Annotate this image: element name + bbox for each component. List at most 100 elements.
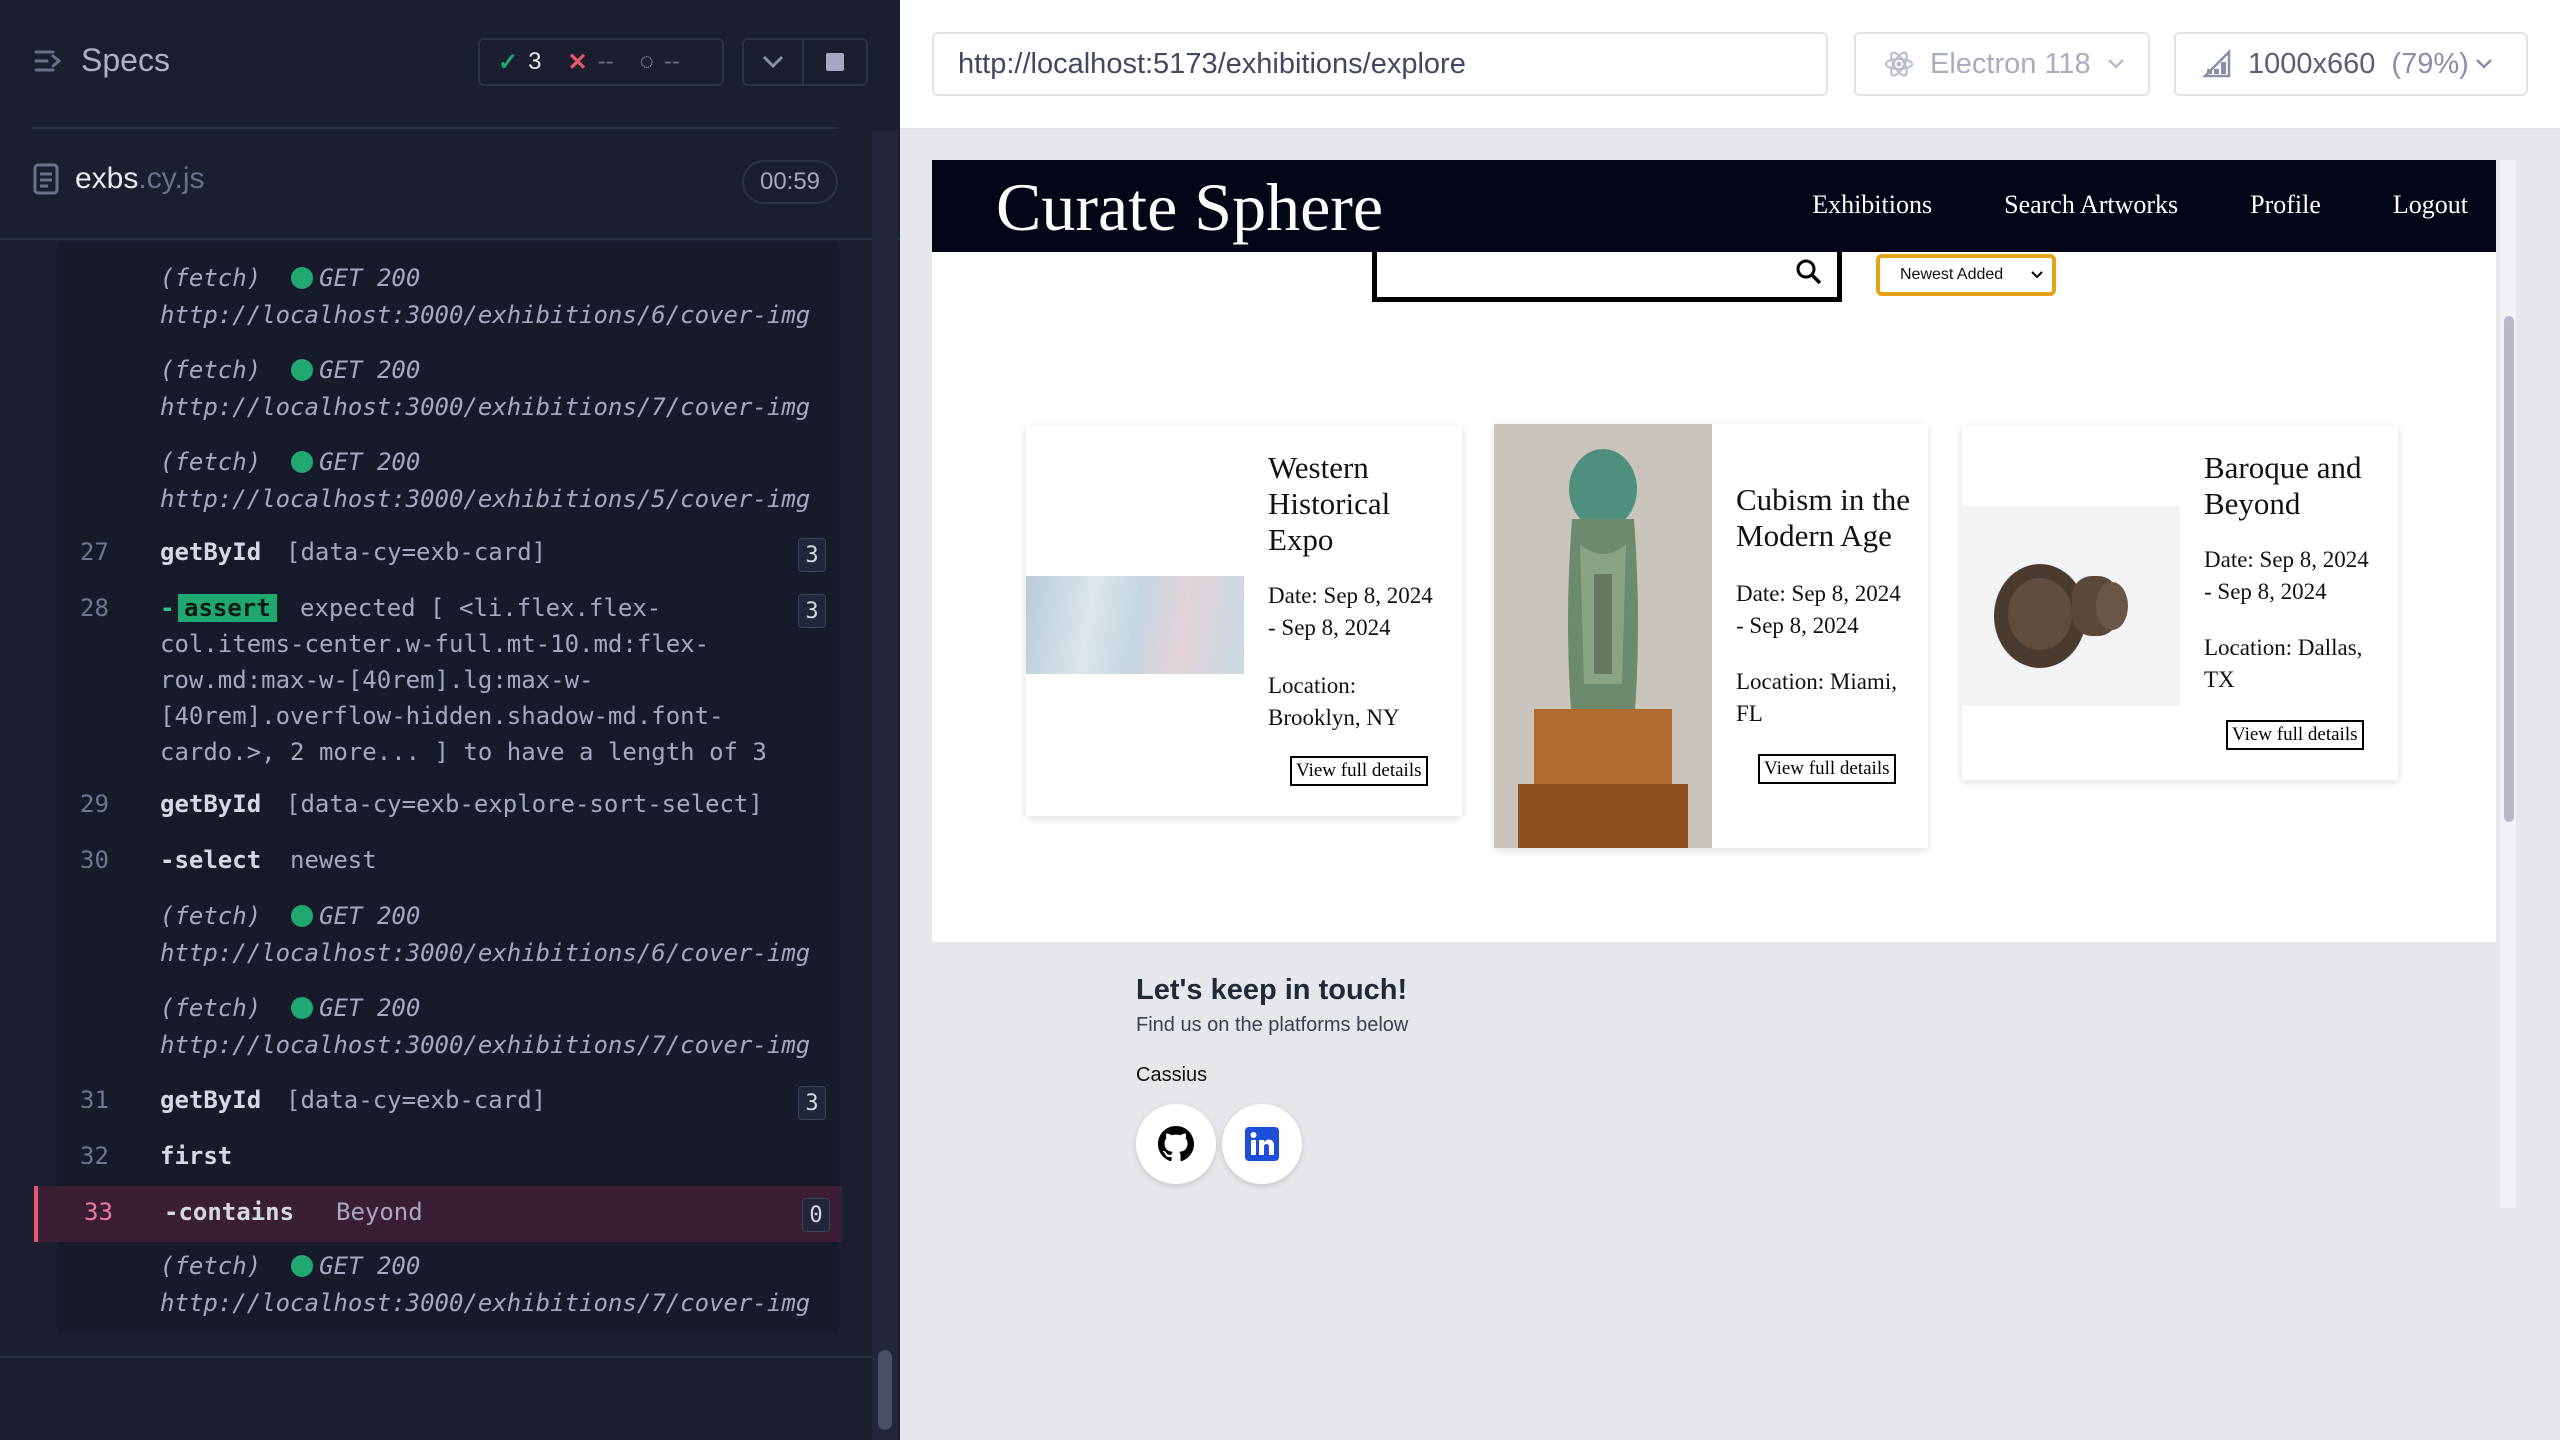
url-bar[interactable]: http://localhost:5173/exhibitions/explor… (932, 32, 1828, 96)
line-number: 30 (80, 846, 109, 874)
app-scrollbar-thumb[interactable] (2504, 316, 2514, 822)
fetch-entry[interactable]: (fetch) GET 200 http://localhost:3000/exh… (58, 356, 838, 446)
browser-name: Electron 118 (1930, 47, 2091, 80)
exhibition-card: Western Historical Expo Date: Sep 8, 202… (1026, 426, 1462, 816)
exhibition-card: Cubism in the Modern Age Date: Sep 8, 20… (1494, 424, 1928, 848)
fetch-url: http://localhost:3000/exhibitions/6/cove… (160, 301, 811, 329)
sort-selected-value: Newest Added (1900, 266, 2004, 283)
exhibition-title: Baroque and Beyond (2204, 450, 2362, 521)
status-dot (291, 359, 314, 381)
fetch-label: (fetch) (160, 356, 262, 384)
fetch-entry[interactable]: (fetch) GET 200 http://localhost:3000/exh… (58, 264, 838, 354)
view-details-button[interactable]: View full details (1758, 754, 1896, 784)
browser-select[interactable]: Electron 118 (1854, 32, 2150, 96)
nav-exhibitions[interactable]: Exhibitions (1812, 190, 1932, 220)
get-status: GET 200 (319, 902, 421, 930)
spec-file-ext: .cy.js (138, 162, 205, 195)
exhibition-location: Location: Dallas, TX (2204, 635, 2363, 692)
github-link[interactable] (1136, 1104, 1216, 1184)
stop-icon (826, 53, 844, 71)
command-row-28[interactable]: 28 - assert expected [ <li.flex.flex- co… (58, 594, 838, 774)
viewport-select[interactable]: 1000x660 (79%) (2174, 32, 2528, 96)
command-row-29[interactable]: 29 getById [data-cy=exb-explore-sort-sel… (58, 790, 838, 830)
specs-header[interactable]: Specs (33, 42, 170, 79)
exhibition-search-input[interactable] (1372, 252, 1842, 302)
command-name: getById (160, 790, 262, 818)
exhibition-card: Baroque and Beyond Date: Sep 8, 2024 - S… (1962, 426, 2398, 780)
fetch-label: (fetch) (160, 1252, 262, 1280)
command-message: [data-cy=exb-card] (286, 538, 547, 566)
fetch-url: http://localhost:3000/exhibitions/7/cove… (160, 1031, 811, 1059)
line-number: 32 (80, 1142, 109, 1170)
command-message: Beyond (336, 1198, 423, 1226)
sort-select[interactable]: Newest Added (1876, 254, 2056, 296)
exhibition-title: Cubism in the Modern Age (1736, 482, 1910, 553)
get-status: GET 200 (319, 264, 421, 292)
footer-subtitle: Find us on the platforms below (1136, 1014, 1409, 1036)
view-details-button[interactable]: View full details (2226, 720, 2364, 750)
view-details-button[interactable]: View full details (1290, 756, 1428, 786)
stop-button[interactable] (802, 38, 868, 86)
status-dot (291, 267, 314, 289)
nav-logout[interactable]: Logout (2393, 190, 2468, 220)
command-row-33[interactable]: 33 -contains Beyond 0 (34, 1186, 842, 1242)
divider (0, 1356, 872, 1358)
exhibition-dates: Date: Sep 8, 2024 - Sep 8, 2024 (1736, 581, 1901, 638)
divider (0, 238, 900, 240)
element-count-badge: 3 (798, 1086, 826, 1120)
viewport-size: 1000x660 (2248, 47, 2376, 80)
nav-links: Exhibitions Search Artworks Profile Logo… (1812, 190, 2468, 220)
github-icon (1158, 1126, 1194, 1162)
spec-file-name: exbs (75, 162, 139, 195)
element-count-badge: 0 (802, 1198, 830, 1232)
command-message: newest (290, 846, 377, 874)
linkedin-link[interactable] (1222, 1104, 1302, 1184)
browser-panel: http://localhost:5173/exhibitions/explor… (900, 0, 2560, 1440)
command-row-31[interactable]: 31 getById [data-cy=exb-card] 3 (58, 1086, 838, 1126)
chevron-down-button[interactable] (742, 38, 804, 86)
spec-file[interactable]: exbs.cy.js (33, 162, 204, 196)
get-status: GET 200 (319, 356, 421, 384)
brand-logo[interactable]: Curate Sphere (996, 168, 1383, 247)
fetch-entry[interactable]: (fetch) GET 200 http://localhost:3000/exh… (58, 1252, 838, 1332)
electron-icon (1885, 51, 1913, 77)
viewport-scale: (79%) (2391, 47, 2469, 80)
test-stats: ✓ 3 ✕ -- ◌ -- (478, 38, 724, 86)
line-number: 27 (80, 538, 109, 566)
cross-icon: ✕ (567, 48, 588, 76)
fetch-entry[interactable]: (fetch) GET 200 http://localhost:3000/exh… (58, 448, 838, 538)
assert-message: row.md:max-w-[40rem].lg:max-w- (160, 666, 594, 694)
command-row-32[interactable]: 32 first (58, 1142, 838, 1182)
chevron-down-icon (2475, 59, 2492, 69)
search-icon[interactable] (1795, 258, 1823, 286)
command-log: (fetch) GET 200 http://localhost:3000/exh… (34, 242, 842, 1332)
status-dot (291, 997, 314, 1019)
command-message: [data-cy=exb-card] (286, 1086, 547, 1114)
assert-message: [40rem].overflow-hidden.shadow-md.font- (160, 702, 724, 730)
assert-message: cardo.>, 2 more... ] to have a length of… (160, 738, 767, 766)
command-message: [data-cy=exb-explore-sort-select] (286, 790, 763, 818)
exhibition-title: Western Historical Expo (1268, 450, 1391, 557)
check-icon: ✓ (498, 48, 519, 76)
footer-title: Let's keep in touch! (1136, 974, 1408, 1006)
pending-count: -- (663, 48, 680, 75)
log-scrollbar[interactable] (872, 130, 898, 1440)
log-scrollbar-thumb[interactable] (878, 1350, 892, 1430)
assert-message: col.items-center.w-full.mt-10.md:flex- (160, 630, 710, 658)
command-name: getById (160, 538, 262, 566)
fetch-entry[interactable]: (fetch) GET 200 http://localhost:3000/exh… (58, 902, 838, 992)
command-row-30[interactable]: 30 -select newest (58, 846, 838, 886)
element-count-badge: 3 (798, 594, 826, 628)
command-name: -select (160, 846, 262, 874)
linkedin-icon (1245, 1127, 1279, 1161)
fetch-label: (fetch) (160, 448, 262, 476)
nav-profile[interactable]: Profile (2250, 190, 2321, 220)
status-dot (291, 451, 314, 473)
nav-search-artworks[interactable]: Search Artworks (2004, 190, 2178, 220)
assert-tag: assert (178, 594, 277, 622)
command-dash: - (160, 594, 175, 622)
run-timer: 00:59 (742, 160, 838, 204)
get-status: GET 200 (319, 994, 421, 1022)
fetch-entry[interactable]: (fetch) GET 200 http://localhost:3000/exh… (58, 994, 838, 1084)
command-row-27[interactable]: 27 getById [data-cy=exb-card] 3 (58, 538, 838, 582)
